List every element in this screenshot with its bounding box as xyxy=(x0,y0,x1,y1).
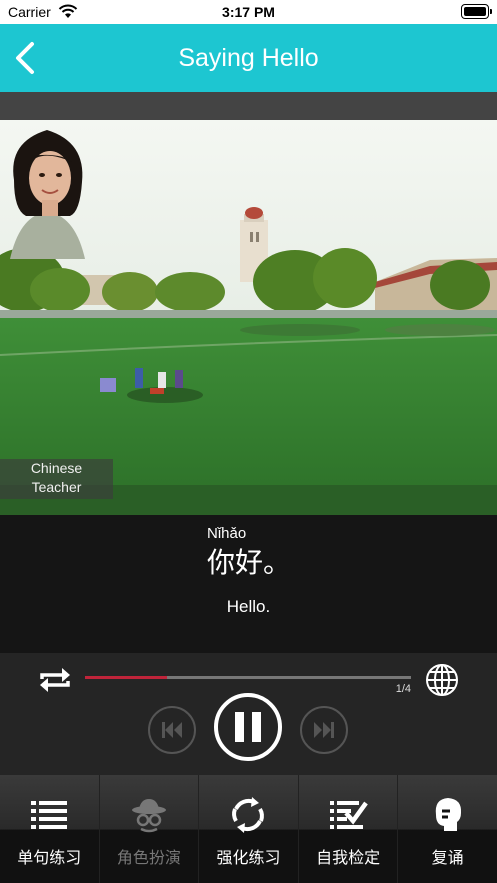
globe-icon xyxy=(426,664,458,696)
speaking-head-icon xyxy=(435,798,461,831)
repeat-button[interactable] xyxy=(36,665,74,695)
tab-self-assessment[interactable]: 自我检定 xyxy=(299,775,399,883)
tab-label: 单句练习 xyxy=(17,848,82,867)
status-time: 3:17 PM xyxy=(222,4,275,20)
pinyin-text: Nǐhǎo xyxy=(207,525,247,542)
bottom-tab-bar: 单句练习 角色扮演 强化练习 自我检定 复诵 xyxy=(0,775,497,883)
skip-forward-icon xyxy=(314,722,334,738)
tab-intensive-practice[interactable]: 强化练习 xyxy=(199,775,299,883)
teacher-label: Chinese Teacher xyxy=(0,459,113,499)
tab-label: 自我检定 xyxy=(316,848,381,867)
teacher-avatar xyxy=(10,130,85,259)
tab-label: 复诵 xyxy=(431,848,464,867)
track-counter: 1/4 xyxy=(395,683,411,695)
audio-player: 1/4 xyxy=(0,653,497,775)
list-icon xyxy=(31,801,68,829)
header-divider-strip xyxy=(0,92,497,120)
checklist-icon xyxy=(330,801,368,829)
skip-back-icon xyxy=(162,722,182,738)
next-button[interactable] xyxy=(300,706,348,754)
english-translation: Hello. xyxy=(226,597,271,616)
refresh-cycle-icon xyxy=(232,797,265,833)
tab-label: 角色扮演 xyxy=(116,848,181,867)
lesson-scene-image: Chinese Teacher xyxy=(0,120,497,515)
sentence-panel: Nǐhǎo 你好。 Hello. xyxy=(0,515,497,653)
teacher-label-line1: Chinese xyxy=(30,460,83,476)
language-button[interactable] xyxy=(424,662,460,698)
tab-repeat-speaking[interactable]: 复诵 xyxy=(398,775,497,883)
chinese-sentence: 你好。 xyxy=(207,546,292,579)
page-title: Saying Hello xyxy=(178,44,319,72)
progress-slider[interactable] xyxy=(85,676,411,679)
pause-button[interactable] xyxy=(214,693,282,761)
repeat-icon xyxy=(40,668,70,692)
battery-icon xyxy=(461,4,492,19)
spy-hat-icon xyxy=(131,799,166,833)
teacher-label-line2: Teacher xyxy=(31,479,82,495)
pause-icon xyxy=(235,712,261,742)
tab-single-sentence[interactable]: 单句练习 xyxy=(0,775,100,883)
progress-fill xyxy=(85,676,167,679)
nav-bar: Saying Hello xyxy=(0,24,497,92)
previous-button[interactable] xyxy=(148,706,196,754)
tab-role-play[interactable]: 角色扮演 xyxy=(100,775,200,883)
tab-label: 强化练习 xyxy=(216,848,281,867)
status-bar: Carrier 3:17 PM xyxy=(0,0,497,24)
